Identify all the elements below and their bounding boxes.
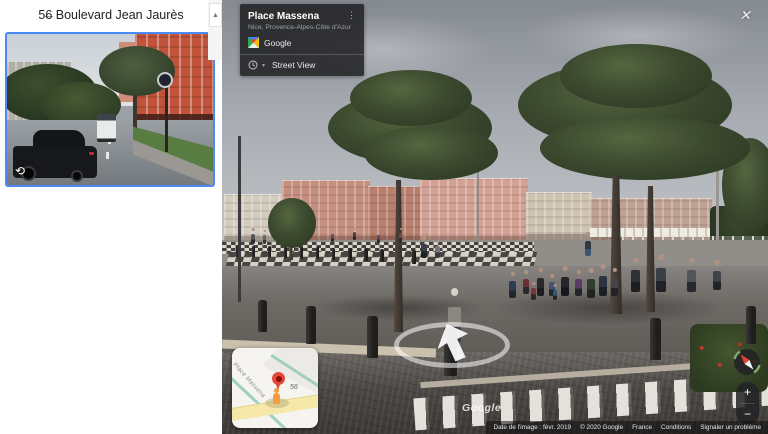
image-date: Date de l'image : févr. 2019 (493, 424, 571, 431)
attribution-footer: Date de l'image : févr. 2019 © 2020 Goog… (486, 421, 768, 434)
bollard (364, 248, 368, 261)
bollard (332, 248, 335, 260)
place-title: Place Massena (248, 11, 319, 22)
pedestrian (598, 264, 608, 296)
pedestrian (330, 230, 335, 242)
country-label: France (632, 424, 652, 431)
bollard (746, 306, 756, 344)
pine-tree-canopy (350, 70, 472, 126)
bollard (268, 246, 271, 257)
caret-down-icon: ▾ (262, 62, 265, 69)
google-watermark: Google (462, 402, 501, 414)
panel-header: ← 56 Boulevard Jean Jaurès (0, 0, 222, 30)
scroll-up-icon: ▲ (212, 12, 219, 19)
streetview-thumbnail[interactable]: ⟲ (5, 32, 215, 187)
streetview-canvas[interactable]: Place Massena ⋮ Nice, Provence-Alpes-Côt… (222, 0, 768, 434)
terms-link[interactable]: Conditions (661, 424, 691, 431)
pedestrian (586, 268, 596, 298)
divider (240, 54, 364, 55)
pine-tree-canopy (364, 126, 498, 180)
overflow-menu-icon[interactable]: ⋮ (347, 11, 356, 20)
navigation-target-ring[interactable] (394, 322, 510, 368)
pedestrian (420, 236, 428, 258)
pedestrian (522, 270, 530, 294)
pedestrian-child (530, 282, 537, 300)
pedestrian (398, 228, 403, 242)
bollard (300, 247, 303, 259)
thumb-white-van (97, 114, 116, 142)
pedestrian (712, 260, 722, 290)
bollard (380, 249, 384, 262)
street-lamp-finial (237, 106, 242, 115)
minimap-address-label: 56 (290, 384, 298, 391)
street-lamp-globe (246, 124, 255, 133)
pedestrian-child (552, 284, 558, 300)
navigation-arrow-icon (421, 319, 483, 365)
bollard (258, 300, 267, 332)
pedestrian (508, 272, 517, 298)
brand-label: Google (264, 38, 291, 48)
compass-icon (731, 346, 763, 378)
location-pin-icon (272, 372, 285, 385)
bollard (306, 306, 316, 344)
small-tree (268, 198, 316, 248)
building (526, 192, 592, 242)
time-machine-control[interactable]: ▾ Street View (248, 60, 356, 70)
bollard (252, 246, 255, 257)
zoom-in-button[interactable]: + (736, 382, 759, 403)
thumb-car-wheel (71, 170, 83, 182)
copyright: © 2020 Google (580, 424, 623, 431)
bollard (412, 250, 416, 264)
bollard (316, 247, 319, 259)
thumb-sign-pole (165, 78, 168, 152)
thumb-tree-right (99, 46, 175, 96)
layer-label: Street View (272, 60, 315, 70)
bollard (367, 316, 378, 358)
pedestrian (610, 268, 619, 296)
google-maps-link[interactable]: Google (248, 37, 356, 48)
bollard (284, 247, 287, 258)
pedestrian (352, 228, 357, 240)
thumb-car-taillight (89, 152, 94, 155)
pine-tree-canopy (540, 116, 750, 180)
building (420, 178, 528, 244)
pedestrian (630, 258, 641, 292)
pedestrian (655, 254, 667, 292)
pedestrian (584, 232, 592, 256)
pedestrian (686, 258, 697, 292)
clock-icon (248, 60, 258, 70)
pedestrian (250, 228, 256, 244)
place-info-card: Place Massena ⋮ Nice, Provence-Alpes-Côt… (240, 4, 364, 76)
report-problem-link[interactable]: Signaler un problème (700, 424, 761, 431)
bollard (650, 318, 661, 360)
pedestrian (434, 240, 441, 258)
pedestrian (262, 230, 267, 244)
thumb-round-sign (157, 72, 173, 88)
fountain-fence (622, 236, 768, 240)
close-icon[interactable]: ✕ (734, 4, 756, 26)
bollard (348, 248, 352, 261)
pan-360-icon[interactable]: ⟲ (15, 164, 25, 178)
panel-title: 56 Boulevard Jean Jaurès (38, 8, 183, 22)
street-lamp-pole (238, 136, 241, 302)
minimap[interactable]: Place Masséna 56 (232, 348, 318, 428)
google-maps-window: ← 56 Boulevard Jean Jaurès (0, 0, 768, 434)
street-lamp-globe (234, 115, 246, 127)
street-lamp-globe (225, 124, 234, 133)
pedestrian (536, 268, 545, 296)
pedestrian (560, 266, 570, 296)
thumb-lane-dash (106, 152, 109, 159)
scroll-up-button[interactable]: ▲ (209, 3, 222, 27)
pine-tree-canopy (560, 44, 712, 108)
pedestrian (574, 270, 583, 296)
left-panel: ← 56 Boulevard Jean Jaurès (0, 0, 222, 434)
pedestrian (376, 230, 381, 243)
zoom-control: + − (736, 382, 759, 424)
pegman-icon (273, 393, 280, 404)
place-subtitle: Nice, Provence-Alpes-Côte d'Azur (248, 24, 356, 31)
google-logo-icon (248, 37, 259, 48)
compass-control[interactable] (731, 346, 763, 378)
